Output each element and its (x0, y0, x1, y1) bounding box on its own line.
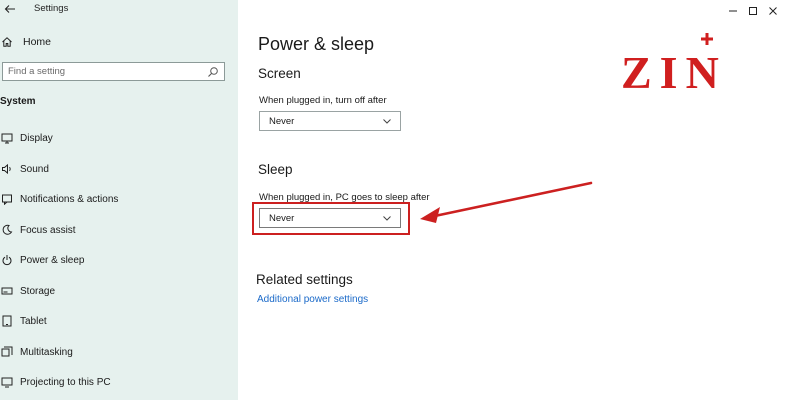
minimize-button[interactable] (723, 4, 743, 18)
monitor-icon (1, 132, 13, 144)
multitasking-icon (1, 346, 13, 358)
back-arrow-icon (4, 5, 15, 13)
related-settings-heading: Related settings (256, 272, 353, 287)
speaker-icon (1, 163, 13, 175)
sidebar-item-label: Display (20, 132, 53, 144)
dropdown-value: Never (269, 116, 295, 127)
plus-icon (701, 33, 713, 45)
main-content: Power & sleep Screen When plugged in, tu… (238, 0, 799, 400)
page-title: Power & sleep (258, 34, 375, 54)
sidebar-item-label: Focus assist (20, 224, 76, 236)
window-controls (723, 4, 783, 18)
projector-icon (1, 376, 13, 388)
title-bar: Settings (0, 0, 238, 22)
sidebar-item-label: Power & sleep (20, 254, 85, 266)
sleep-heading: Sleep (258, 162, 293, 177)
logo-text: ZIN (621, 47, 727, 98)
search-icon (208, 67, 218, 77)
power-icon (1, 254, 13, 266)
back-button[interactable] (2, 1, 18, 17)
sidebar-item-label: Tablet (20, 315, 47, 327)
sidebar-item-label: Home (23, 36, 52, 48)
additional-power-settings-link[interactable]: Additional power settings (257, 294, 368, 305)
close-button[interactable] (763, 4, 783, 18)
dropdown-value: Never (269, 213, 295, 224)
screen-timeout-label: When plugged in, turn off after (259, 95, 387, 106)
moon-icon (1, 224, 13, 236)
annotation-arrow (420, 181, 593, 223)
maximize-button[interactable] (743, 4, 763, 18)
chevron-down-icon (383, 216, 391, 221)
sidebar-item-label: Multitasking (20, 346, 73, 358)
search-placeholder: Find a setting (8, 66, 66, 77)
close-icon (769, 7, 777, 15)
notification-icon (1, 193, 13, 205)
app-title: Settings (34, 3, 69, 14)
sidebar-item-label: Notifications & actions (20, 193, 119, 205)
storage-icon (1, 285, 13, 297)
home-icon (1, 36, 13, 48)
chevron-down-icon (383, 119, 391, 124)
sidebar-item-home[interactable]: Home (0, 31, 238, 53)
screen-timeout-dropdown[interactable]: Never (259, 111, 401, 131)
sidebar: Settings Home Find a setting System Disp… (0, 0, 238, 400)
sidebar-item-label: Storage (20, 285, 56, 297)
maximize-icon (749, 7, 757, 15)
search-input[interactable]: Find a setting (2, 62, 225, 81)
tablet-icon (1, 315, 13, 327)
minimize-icon (729, 10, 737, 12)
sidebar-item-label: Projecting to this PC (20, 376, 111, 388)
sidebar-section-title: System (0, 96, 36, 107)
sleep-timeout-dropdown[interactable]: Never (259, 208, 401, 228)
screen-heading: Screen (258, 66, 301, 81)
sidebar-item-label: Sound (20, 163, 49, 175)
zin-logo: ZIN (621, 32, 791, 102)
